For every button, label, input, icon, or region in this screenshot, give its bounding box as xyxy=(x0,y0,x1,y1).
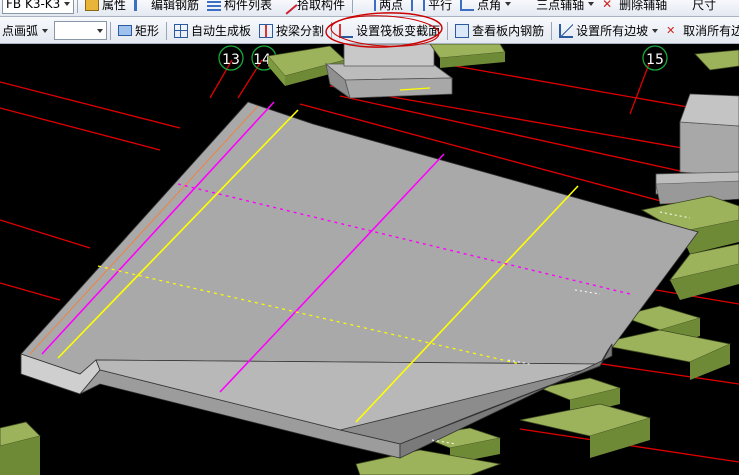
properties-label: 属性 xyxy=(102,0,127,12)
3d-model-viewport[interactable]: 13 14 15 xyxy=(0,44,739,475)
axis-line xyxy=(0,282,61,301)
set-raft-variable-section-button[interactable]: 设置筏板变截面 xyxy=(335,20,444,42)
delete-icon: ✕ xyxy=(602,0,613,11)
cancel-all-slopes-label: 取消所有边坡 xyxy=(683,24,739,38)
slope-icon xyxy=(559,23,574,38)
edit-rebar-button[interactable]: 编辑钢筋 xyxy=(130,0,203,15)
delete-axis-label: 删除辅轴 xyxy=(619,0,668,12)
column-body xyxy=(343,44,435,67)
pick-icon xyxy=(276,0,298,15)
column-top xyxy=(679,93,739,127)
view-rebar-icon xyxy=(455,23,470,38)
rectangle-button[interactable]: 矩形 xyxy=(114,20,163,42)
column-top-middle xyxy=(324,44,454,99)
properties-icon xyxy=(85,0,99,11)
dimension-icon xyxy=(675,0,689,12)
point-arc-button[interactable]: 点画弧 xyxy=(0,20,52,42)
column-right xyxy=(655,93,739,205)
list-icon xyxy=(207,0,222,11)
component-select[interactable]: FB K3-K3 xyxy=(2,0,74,14)
auto-generate-slab-button[interactable]: 自动生成板 xyxy=(170,20,255,42)
point-angle-label: 点角 xyxy=(477,0,502,12)
properties-button[interactable]: 属性 xyxy=(81,0,130,15)
arc-param-select[interactable] xyxy=(54,21,108,40)
axis-label-13: 13 xyxy=(218,45,244,71)
two-point-icon xyxy=(360,0,377,11)
edit-rebar-icon xyxy=(134,0,148,11)
point-angle-axis-button[interactable]: 点角 xyxy=(456,0,515,15)
split-by-beam-button[interactable]: 按梁分割 xyxy=(255,20,328,42)
column-side xyxy=(344,77,453,99)
raft-section-icon xyxy=(339,23,354,38)
pile-cap-top xyxy=(694,49,739,71)
axis-line xyxy=(0,219,91,249)
set-all-slopes-button[interactable]: 设置所有边坡 xyxy=(555,20,662,42)
split-by-beam-label: 按梁分割 xyxy=(276,24,325,38)
top-toolbar: FB K3-K3 属性 编辑钢筋 构件列表 拾取构件 两点 平行 点角 三点辅轴… xyxy=(0,0,739,17)
dimension-button[interactable]: 尺寸 xyxy=(671,0,720,15)
axis-label-text: 13 xyxy=(222,52,240,68)
parallel-axis-button[interactable]: 平行 xyxy=(407,0,456,15)
two-point-axis-button[interactable]: 两点 xyxy=(356,0,407,15)
axis-line xyxy=(0,81,181,129)
draw-toolbar: 点画弧 矩形 自动生成板 按梁分割 设置筏板变截面 查看板内钢筋 设置所有边坡 … xyxy=(0,17,739,44)
pile-cap-far-right xyxy=(694,49,739,71)
point-angle-icon xyxy=(460,0,475,11)
pile-cap-top-right xyxy=(429,44,506,68)
cancel-slope-icon: ✕ xyxy=(666,23,676,37)
axis-label-text: 15 xyxy=(646,52,664,68)
view-rebar-label: 查看板内钢筋 xyxy=(472,24,545,38)
set-all-slopes-label: 设置所有边坡 xyxy=(576,24,649,38)
pick-component-button[interactable]: 拾取构件 xyxy=(276,0,349,15)
point-arc-label: 点画弧 xyxy=(2,24,39,38)
component-select-value: FB K3-K3 xyxy=(6,0,61,11)
dimension-label: 尺寸 xyxy=(692,0,717,12)
column-side xyxy=(679,121,739,177)
grid-icon xyxy=(174,23,189,38)
component-list-label: 构件列表 xyxy=(224,0,273,12)
three-point-icon xyxy=(519,0,533,12)
auto-generate-slab-label: 自动生成板 xyxy=(191,24,252,38)
slab-top-face xyxy=(20,101,699,375)
rectangle-label: 矩形 xyxy=(135,24,160,38)
axis-line xyxy=(0,107,161,151)
split-icon xyxy=(259,23,274,38)
three-point-axis-button[interactable]: 三点辅轴 xyxy=(515,0,598,15)
three-point-label: 三点辅轴 xyxy=(536,0,585,12)
delete-axis-button[interactable]: ✕ 删除辅轴 xyxy=(598,0,671,15)
view-slab-rebar-button[interactable]: 查看板内钢筋 xyxy=(451,20,548,42)
column-top xyxy=(324,63,454,81)
cancel-all-slopes-button[interactable]: ✕ 取消所有边坡 xyxy=(662,20,739,42)
parallel-icon xyxy=(411,0,426,11)
two-point-label: 两点 xyxy=(379,0,404,12)
pile-cap-bottom-left xyxy=(0,421,41,475)
parallel-label: 平行 xyxy=(428,0,453,12)
component-list-button[interactable]: 构件列表 xyxy=(203,0,276,15)
axis-line xyxy=(629,63,650,115)
edit-rebar-label: 编辑钢筋 xyxy=(151,0,200,12)
axis-label-15: 15 xyxy=(642,45,668,71)
set-raft-section-label: 设置筏板变截面 xyxy=(356,24,441,38)
pick-component-label: 拾取构件 xyxy=(297,0,346,12)
rectangle-icon xyxy=(118,25,133,36)
